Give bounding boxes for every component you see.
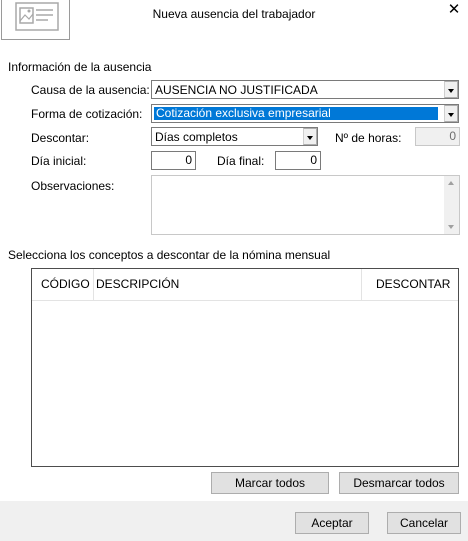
causa-label: Causa de la ausencia: xyxy=(31,83,150,97)
observaciones-scrollbar[interactable] xyxy=(444,176,459,234)
causa-select[interactable]: AUSENCIA NO JUSTIFICADA xyxy=(151,80,459,99)
descontar-value: Días completos xyxy=(155,130,238,144)
column-header-descontar[interactable]: DESCONTAR xyxy=(376,269,450,300)
observaciones-label: Observaciones: xyxy=(31,179,115,193)
window-title: Nueva ausencia del trabajador xyxy=(152,7,316,21)
table-header: CÓDIGO DESCRIPCIÓN DESCONTAR xyxy=(32,269,458,301)
forma-dropdown-button[interactable] xyxy=(444,105,458,122)
column-divider xyxy=(93,269,94,300)
horas-field[interactable]: 0 xyxy=(415,127,460,146)
concepts-section-title: Selecciona los conceptos a descontar de … xyxy=(8,248,331,262)
desmarcar-todos-button[interactable]: Desmarcar todos xyxy=(339,472,459,494)
observaciones-textarea[interactable] xyxy=(151,175,460,235)
causa-value: AUSENCIA NO JUSTIFICADA xyxy=(155,83,318,97)
chevron-down-icon xyxy=(448,113,454,117)
scroll-up-icon[interactable] xyxy=(448,181,454,185)
descontar-dropdown-button[interactable] xyxy=(303,128,317,145)
forma-select[interactable]: Cotización exclusiva empresarial xyxy=(151,104,459,123)
dia-inicial-field[interactable]: 0 xyxy=(151,151,196,170)
dia-inicial-label: Día inicial: xyxy=(31,154,87,168)
dialog-footer: Aceptar Cancelar xyxy=(0,501,468,541)
close-icon[interactable]: ✕ xyxy=(446,2,462,18)
forma-label: Forma de cotización: xyxy=(31,107,143,121)
dia-final-field[interactable]: 0 xyxy=(275,151,321,170)
chevron-down-icon xyxy=(448,89,454,93)
cancelar-button[interactable]: Cancelar xyxy=(387,512,461,534)
info-section-title: Información de la ausencia xyxy=(8,60,152,74)
marcar-todos-button[interactable]: Marcar todos xyxy=(211,472,329,494)
column-header-codigo[interactable]: CÓDIGO xyxy=(41,269,90,300)
scroll-down-icon[interactable] xyxy=(448,225,454,229)
concepts-table[interactable]: CÓDIGO DESCRIPCIÓN DESCONTAR xyxy=(31,268,459,467)
dia-final-label: Día final: xyxy=(217,154,265,168)
causa-dropdown-button[interactable] xyxy=(444,81,458,98)
column-header-descripcion[interactable]: DESCRIPCIÓN xyxy=(96,269,179,300)
column-divider xyxy=(361,269,362,300)
chevron-down-icon xyxy=(307,136,313,140)
aceptar-button[interactable]: Aceptar xyxy=(295,512,369,534)
descontar-select[interactable]: Días completos xyxy=(151,127,318,146)
horas-label: Nº de horas: xyxy=(335,131,402,145)
descontar-label: Descontar: xyxy=(31,131,90,145)
forma-value: Cotización exclusiva empresarial xyxy=(153,106,439,121)
